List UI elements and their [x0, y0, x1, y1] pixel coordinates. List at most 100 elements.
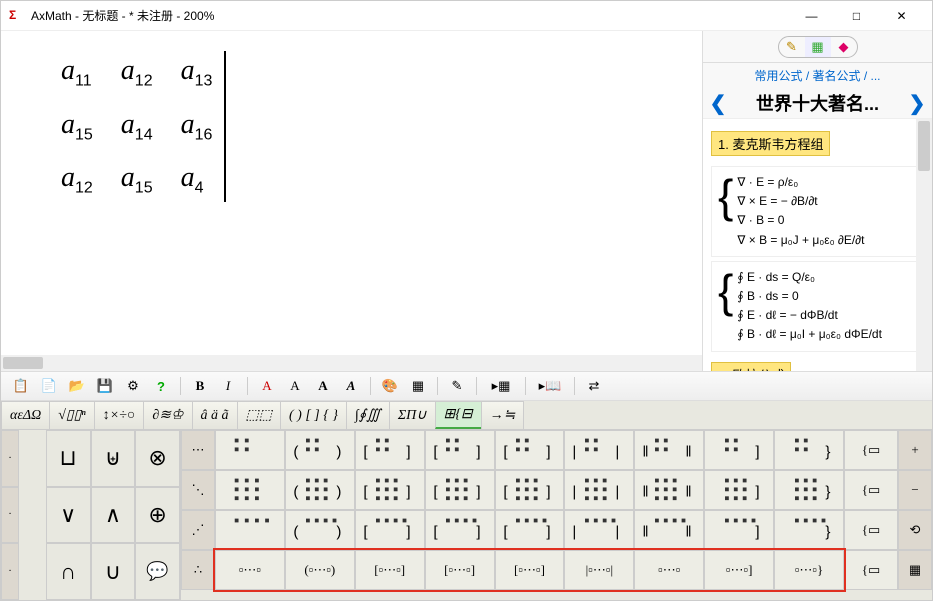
- matrix-cell[interactable]: a4: [181, 162, 213, 198]
- palette-matrix-cell[interactable]: []: [425, 470, 495, 510]
- matrix-cell[interactable]: a13: [181, 55, 213, 91]
- palette-refresh-button[interactable]: ▦: [898, 550, 932, 590]
- nav-button[interactable]: ⇄: [582, 375, 606, 397]
- palette-matrix-cell[interactable]: }: [774, 510, 844, 550]
- palette-symbol-cell[interactable]: ∪: [91, 543, 136, 600]
- palette-matrix-cell[interactable]: ( ): [285, 470, 355, 510]
- minimize-button[interactable]: —: [789, 2, 834, 30]
- palette-matrix-cell[interactable]: (▫⋯▫): [285, 550, 355, 590]
- palette-matrix-cell[interactable]: |▫⋯▫|: [564, 550, 634, 590]
- palette-tab[interactable]: ↕×÷○: [94, 401, 145, 429]
- palette-row-icon[interactable]: ⋱: [181, 470, 215, 510]
- matrix-cell[interactable]: a12: [61, 162, 93, 198]
- open-button[interactable]: 📂: [65, 375, 89, 397]
- palette-action-button[interactable]: −: [898, 470, 932, 510]
- palette-matrix-cell[interactable]: []: [355, 430, 425, 470]
- palette-tab[interactable]: ∫∮∭: [346, 401, 390, 429]
- palette-tab[interactable]: αεΔΩ: [1, 401, 50, 429]
- italic-button[interactable]: I: [216, 375, 240, 397]
- palette-matrix-cell[interactable]: ||: [564, 510, 634, 550]
- palette-symbol-cell[interactable]: ⊎: [91, 430, 136, 487]
- palette-tab[interactable]: ⬚⬚: [237, 401, 281, 429]
- bold-button[interactable]: B: [188, 375, 212, 397]
- palette-matrix-cell[interactable]: {▭: [844, 470, 898, 510]
- palette-matrix-cell[interactable]: ( ): [285, 430, 355, 470]
- palette-tab[interactable]: ΣΠ∪: [389, 401, 436, 429]
- palette-matrix-cell[interactable]: []: [495, 430, 565, 470]
- palette-matrix-cell[interactable]: []: [355, 510, 425, 550]
- font-a4-button[interactable]: A: [339, 375, 363, 397]
- palette-matrix-cell[interactable]: []: [495, 470, 565, 510]
- palette-matrix-cell[interactable]: ||: [564, 430, 634, 470]
- palette-row-icon[interactable]: ⋯: [181, 430, 215, 470]
- palette-row-handle[interactable]: ·: [1, 487, 19, 544]
- palette-row-icon[interactable]: ⋰: [181, 510, 215, 550]
- sidebar-body[interactable]: 1. 麦克斯韦方程组 ∇ · E = ρ/ε₀∇ × E = − ∂B/∂t∇ …: [703, 118, 932, 371]
- book-button[interactable]: ▸📖: [533, 375, 567, 397]
- palette-matrix-cell[interactable]: ▫⋯▫}: [774, 550, 844, 590]
- palette-tab[interactable]: â ä ã: [192, 401, 238, 429]
- matrix-determinant[interactable]: a11a12a13a15a14a16a12a15a4: [61, 51, 226, 202]
- settings-button[interactable]: ⚙: [121, 375, 145, 397]
- mode-highlighter-icon[interactable]: ✎: [779, 37, 805, 57]
- palette-matrix-cell[interactable]: [215, 430, 285, 470]
- palette-matrix-cell[interactable]: ( ): [285, 510, 355, 550]
- palette-matrix-cell[interactable]: ||: [564, 470, 634, 510]
- palette-symbol-cell[interactable]: ⊕: [135, 487, 180, 544]
- palette-matrix-cell[interactable]: []: [425, 510, 495, 550]
- palette-matrix-cell[interactable]: }: [774, 430, 844, 470]
- sidebar-next-button[interactable]: ❯: [908, 91, 926, 116]
- palette-matrix-cell[interactable]: [▫⋯▫]: [355, 550, 425, 590]
- palette-symbol-cell[interactable]: ∨: [46, 487, 91, 544]
- color-grid-button[interactable]: ▦: [406, 375, 430, 397]
- palette-matrix-cell[interactable]: []: [495, 510, 565, 550]
- palette-row-icon[interactable]: ∴: [181, 550, 215, 590]
- font-a2-button[interactable]: A: [283, 375, 307, 397]
- palette-row-handle[interactable]: ·: [1, 543, 19, 600]
- maximize-button[interactable]: □: [834, 2, 879, 30]
- palette-matrix-cell[interactable]: [▫⋯▫]: [495, 550, 565, 590]
- matrix-cell[interactable]: a15: [121, 162, 153, 198]
- palette-symbol-cell[interactable]: ∧: [91, 487, 136, 544]
- palette-matrix-cell[interactable]: ‖‖: [634, 430, 704, 470]
- palette-action-button[interactable]: ⟲: [898, 510, 932, 550]
- matrix-cell[interactable]: a15: [61, 109, 93, 145]
- color-wheel-button[interactable]: 🎨: [378, 375, 402, 397]
- sidebar-prev-button[interactable]: ❮: [709, 91, 727, 116]
- palette-matrix-cell[interactable]: ‖‖: [634, 470, 704, 510]
- palette-symbol-cell[interactable]: ∩: [46, 543, 91, 600]
- palette-matrix-cell[interactable]: [215, 510, 285, 550]
- clipboard-button[interactable]: 📋: [9, 375, 33, 397]
- palette-matrix-cell[interactable]: [215, 470, 285, 510]
- mode-grid-icon[interactable]: ▦: [805, 37, 831, 57]
- palette-matrix-cell[interactable]: ]: [704, 470, 774, 510]
- save-button[interactable]: 💾: [93, 375, 117, 397]
- font-a3-button[interactable]: A: [311, 375, 335, 397]
- palette-matrix-cell[interactable]: ]: [704, 430, 774, 470]
- formula-preview[interactable]: ∮ E · ds = Q/ε₀∮ B · ds = 0∮ E · dℓ = − …: [711, 261, 924, 352]
- matrix-cell[interactable]: a11: [61, 55, 93, 91]
- palette-symbol-cell[interactable]: ⊗: [135, 430, 180, 487]
- palette-matrix-cell[interactable]: }: [774, 470, 844, 510]
- close-button[interactable]: ✕: [879, 2, 924, 30]
- palette-tab[interactable]: ( ) [ ] { }: [280, 401, 347, 429]
- palette-symbol-cell[interactable]: ⊔: [46, 430, 91, 487]
- palette-row-handle[interactable]: ·: [1, 430, 19, 487]
- palette-matrix-cell[interactable]: {▭: [844, 550, 898, 590]
- palette-matrix-cell[interactable]: [▫⋯▫]: [425, 550, 495, 590]
- sidebar-breadcrumb[interactable]: 常用公式 / 著名公式 / ...: [703, 63, 932, 88]
- font-a1-button[interactable]: A: [255, 375, 279, 397]
- help-button[interactable]: ?: [149, 375, 173, 397]
- palette-tab[interactable]: ∂≋♔: [143, 401, 192, 429]
- palette-tab[interactable]: √▯▯ⁿ: [49, 401, 95, 429]
- palette-matrix-cell[interactable]: {▭: [844, 430, 898, 470]
- matrix-cell[interactable]: a14: [121, 109, 153, 145]
- palette-tab[interactable]: →≒: [481, 401, 525, 429]
- palette-action-button[interactable]: +: [898, 430, 932, 470]
- palette-tab[interactable]: ⊞{⊟: [435, 401, 482, 429]
- new-button[interactable]: 📄: [37, 375, 61, 397]
- matrix-cell[interactable]: a12: [121, 55, 153, 91]
- palette-matrix-cell[interactable]: ▫⋯▫: [215, 550, 285, 590]
- palette-matrix-cell[interactable]: {▭: [844, 510, 898, 550]
- palette-matrix-cell[interactable]: []: [425, 430, 495, 470]
